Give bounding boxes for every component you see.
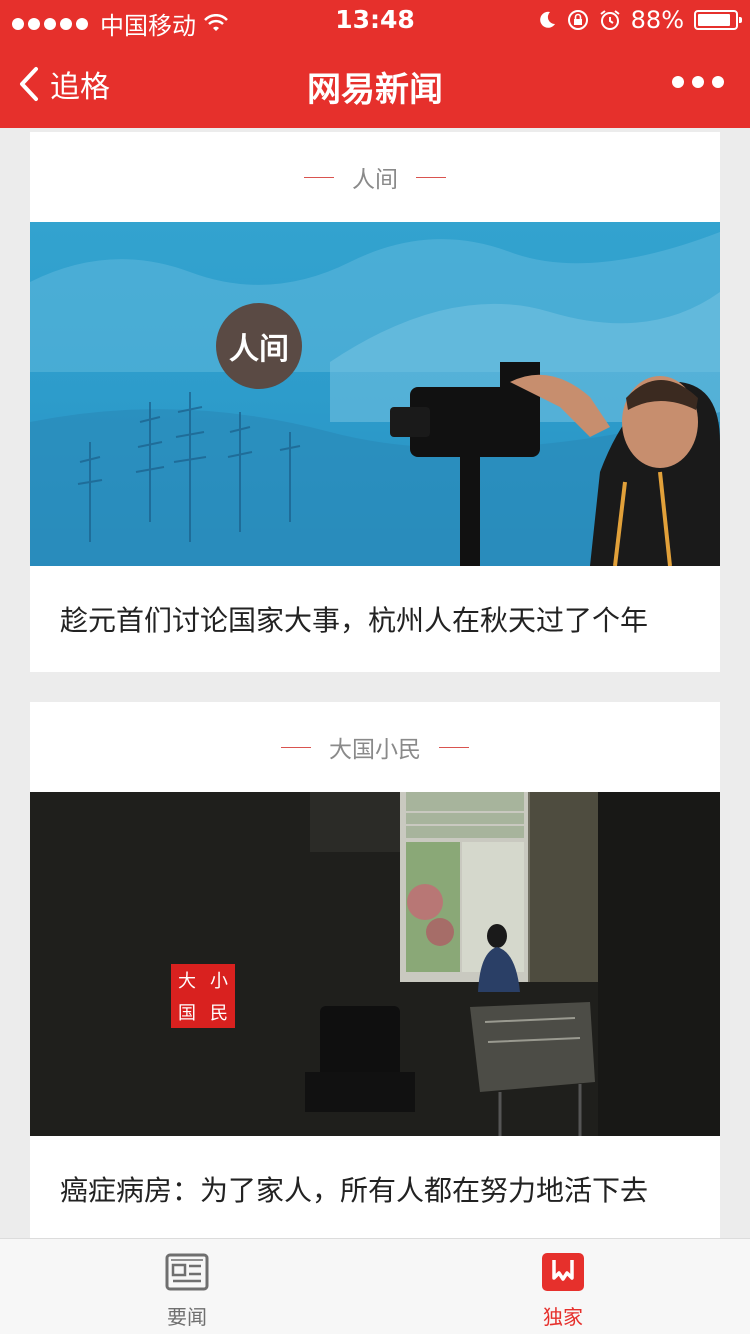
- page-title: 网易新闻: [307, 70, 443, 110]
- daguo-xiaomin-logo: 大 小 国 民: [171, 964, 235, 1028]
- newspaper-icon: [165, 1253, 209, 1291]
- section-label: 人间: [352, 167, 398, 193]
- card-section-header: 大国小民: [30, 702, 720, 792]
- status-bar: 中国移动 13:48 88%: [0, 0, 750, 40]
- alarm-icon: [600, 10, 620, 30]
- battery-icon: [694, 10, 742, 30]
- more-button[interactable]: [672, 76, 724, 88]
- article-headline[interactable]: 癌症病房：为了家人，所有人都在努力地活下去: [30, 1136, 720, 1242]
- tab-label: 独家: [543, 1305, 583, 1329]
- news-card[interactable]: 大国小民 大 小 国 民 癌症病房：为了家人，所有人都在努力地活下去: [30, 702, 720, 1242]
- news-card[interactable]: 人间 人间 趁元首们讨论国家大事，杭州人在秋天过了个年: [30, 132, 720, 672]
- divider: [416, 176, 446, 178]
- card-section-header: 人间: [30, 132, 720, 222]
- article-image[interactable]: 人间: [30, 222, 720, 566]
- renjian-logo: 人间: [216, 303, 302, 389]
- tab-news[interactable]: 要闻: [127, 1253, 247, 1330]
- more-dot: [672, 76, 684, 88]
- article-image[interactable]: 大 小 国 民: [30, 792, 720, 1136]
- status-right: 88%: [537, 6, 742, 34]
- battery-fill: [698, 14, 730, 26]
- top-bar: 中国移动 13:48 88% 追格 网易新闻: [0, 0, 750, 128]
- more-dot: [692, 76, 704, 88]
- tab-exclusive[interactable]: 独家: [503, 1253, 623, 1330]
- rotation-lock-icon: [567, 10, 588, 30]
- divider: [281, 746, 311, 748]
- hospital-room-image: [30, 792, 720, 1136]
- battery-percent: 88%: [630, 6, 684, 34]
- section-label: 大国小民: [329, 737, 421, 763]
- more-dot: [712, 76, 724, 88]
- nav-bar: 追格 网易新闻: [0, 40, 750, 128]
- divider: [439, 746, 469, 748]
- moon-icon: [539, 11, 555, 28]
- screen: 中国移动 13:48 88% 追格 网易新闻 人间 人间 趁元首们讨论国家大事，…: [0, 0, 750, 1334]
- landscape-painting-image: [30, 232, 720, 566]
- article-headline[interactable]: 趁元首们讨论国家大事，杭州人在秋天过了个年: [30, 566, 720, 672]
- bookmark-w-icon: [541, 1253, 585, 1291]
- tab-label: 要闻: [167, 1305, 207, 1329]
- divider: [304, 176, 334, 178]
- bottom-tab-bar: 要闻 独家: [0, 1238, 750, 1334]
